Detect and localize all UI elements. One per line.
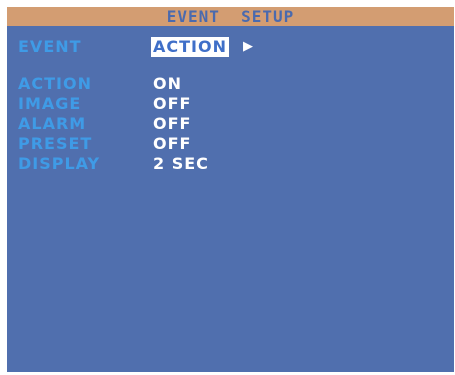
setting-row-action[interactable]: ACTION ON [7, 74, 454, 94]
action-value[interactable]: ON [153, 74, 182, 94]
image-label: IMAGE [18, 94, 82, 113]
event-label: EVENT [18, 37, 82, 56]
right-arrow-icon[interactable]: ▶ [243, 37, 253, 57]
event-row[interactable]: EVENT ACTION ▶ [7, 37, 454, 57]
alarm-label: ALARM [18, 114, 87, 133]
menu-title: EVENT SETUP [7, 7, 454, 26]
preset-value[interactable]: OFF [153, 134, 191, 154]
osd-screen: EVENT SETUP EVENT ACTION ▶ ACTION ON IMA… [7, 7, 454, 372]
preset-label: PRESET [18, 134, 93, 153]
display-label: DISPLAY [18, 154, 101, 173]
alarm-value[interactable]: OFF [153, 114, 191, 134]
setting-row-display[interactable]: DISPLAY 2 SEC [7, 154, 454, 174]
image-value[interactable]: OFF [153, 94, 191, 114]
setting-row-alarm[interactable]: ALARM OFF [7, 114, 454, 134]
display-value[interactable]: 2 SEC [153, 154, 209, 174]
setting-row-preset[interactable]: PRESET OFF [7, 134, 454, 154]
event-value-selected[interactable]: ACTION [151, 37, 229, 57]
setting-row-image[interactable]: IMAGE OFF [7, 94, 454, 114]
action-label: ACTION [18, 74, 92, 93]
